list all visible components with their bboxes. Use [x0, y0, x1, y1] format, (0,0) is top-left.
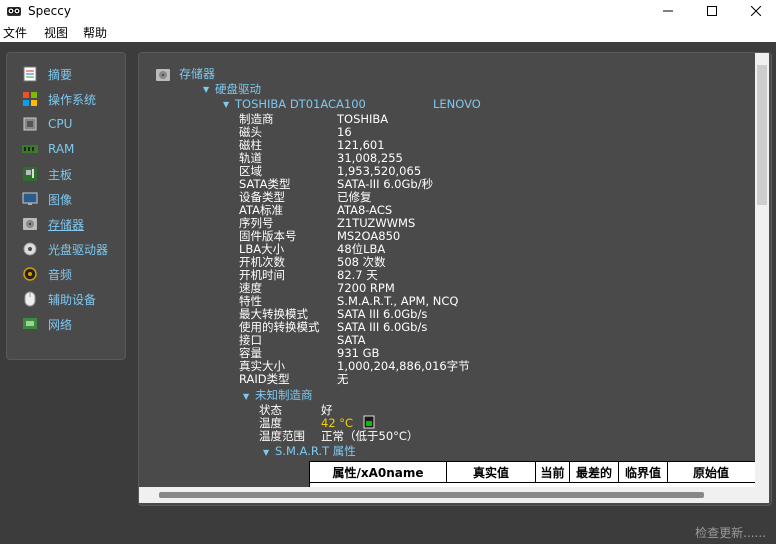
sidebar-item-summary[interactable]: 摘要 — [21, 63, 72, 85]
menu-bar: 文件 视图 帮助 — [0, 22, 776, 42]
horizontal-scrollbar[interactable] — [139, 487, 755, 503]
maximize-button[interactable] — [692, 0, 732, 22]
sidebar-item-motherboard[interactable]: 主板 — [21, 163, 72, 185]
menu-help[interactable]: 帮助 — [73, 24, 112, 41]
temperature-range-label: 温度范围 — [259, 429, 305, 443]
chevron-down-icon[interactable]: ▼ — [223, 100, 229, 109]
sidebar-item-ram[interactable]: RAM — [21, 138, 74, 160]
sidebar-item-peripherals[interactable]: 辅助设备 — [21, 288, 96, 310]
sidebar-item-graphics[interactable]: 图像 — [21, 188, 72, 210]
sidebar-item-os[interactable]: 操作系统 — [21, 88, 96, 110]
chevron-down-icon[interactable]: ▼ — [263, 448, 269, 457]
sidebar: 摘要 操作系统 CPU RAM 主板 图像 存储器 光盘驱动器 音频 辅助设备 … — [6, 52, 126, 360]
manufacturer-section: 未知制造商 — [255, 388, 313, 402]
details-panel: 存储器 ▼ 硬盘驱动 ▼ TOSHIBA DT01ACA100 LENOVO 制… — [138, 52, 772, 506]
temperature-icon — [363, 415, 375, 429]
sidebar-item-label: CPU — [48, 117, 73, 131]
menu-view[interactable]: 视图 — [32, 24, 73, 41]
scrollbar-thumb[interactable] — [159, 492, 704, 498]
drive-vendor: LENOVO — [433, 97, 481, 111]
storage-icon — [156, 69, 170, 81]
sidebar-item-audio[interactable]: 音频 — [21, 263, 72, 285]
sidebar-item-label: 辅助设备 — [48, 292, 97, 307]
subsection-title: 硬盘驱动 — [215, 82, 261, 96]
storage-icon — [21, 216, 39, 232]
smart-column-header[interactable]: 最差的 — [570, 462, 619, 482]
smart-column-header[interactable]: 属性/xA0name — [310, 462, 447, 482]
minimize-button[interactable] — [648, 0, 688, 22]
sidebar-item-cpu[interactable]: CPU — [21, 113, 72, 135]
smart-title: S.M.A.R.T 属性 — [275, 444, 356, 458]
drive-name: TOSHIBA DT01ACA100 — [235, 97, 366, 111]
smart-column-header[interactable]: 原始值 — [668, 462, 754, 482]
smart-column-header[interactable]: 当前 — [536, 462, 570, 482]
sidebar-item-label: 图像 — [48, 192, 73, 207]
title-bar: Speccy — [0, 0, 776, 22]
sidebar-item-optical[interactable]: 光盘驱动器 — [21, 238, 108, 260]
monitor-icon — [21, 191, 39, 207]
cpu-icon — [21, 116, 39, 132]
sidebar-item-label: RAM — [48, 142, 75, 156]
temperature-range-value: 正常（低于50°C） — [321, 429, 419, 443]
sidebar-item-label: 主板 — [48, 167, 73, 182]
windows-icon — [21, 91, 39, 107]
ram-icon — [21, 141, 39, 157]
check-updates-link[interactable]: 检查更新...... — [695, 524, 766, 541]
sidebar-item-label: 光盘驱动器 — [48, 242, 109, 257]
audio-icon — [21, 266, 39, 282]
property-value: 1,000,204,886,016字节 — [337, 359, 470, 373]
window-title: Speccy — [28, 4, 71, 18]
scrollbar-corner — [755, 487, 769, 503]
property-label: RAID类型 — [239, 372, 290, 386]
smart-table: 属性/xA0name 真实值 当前 最差的 临界值 原始值 — [309, 461, 755, 487]
sidebar-item-label: 操作系统 — [48, 92, 97, 107]
network-icon — [21, 316, 39, 332]
vertical-scrollbar[interactable] — [755, 53, 769, 487]
sidebar-item-label: 网络 — [48, 317, 73, 332]
sidebar-item-label: 音频 — [48, 267, 73, 282]
sidebar-item-label: 存储器 — [48, 217, 85, 232]
sidebar-item-label: 摘要 — [48, 67, 73, 82]
details-content: 存储器 ▼ 硬盘驱动 ▼ TOSHIBA DT01ACA100 LENOVO 制… — [139, 53, 755, 487]
smart-column-header[interactable]: 临界值 — [619, 462, 668, 482]
summary-icon — [21, 66, 39, 82]
motherboard-icon — [21, 166, 39, 182]
property-value: 无 — [337, 372, 349, 386]
menu-file[interactable]: 文件 — [0, 24, 32, 41]
smart-column-header[interactable]: 真实值 — [447, 462, 536, 482]
chevron-down-icon[interactable]: ▼ — [203, 85, 209, 94]
chevron-down-icon[interactable]: ▼ — [243, 392, 249, 401]
mouse-icon — [21, 291, 39, 307]
scrollbar-thumb[interactable] — [757, 65, 767, 205]
sidebar-item-network[interactable]: 网络 — [21, 313, 72, 335]
table-divider — [310, 482, 755, 483]
sidebar-item-storage[interactable]: 存储器 — [21, 213, 84, 235]
close-button[interactable] — [736, 0, 776, 22]
section-title: 存储器 — [179, 67, 216, 81]
optical-icon — [21, 241, 39, 257]
app-icon — [7, 7, 21, 16]
